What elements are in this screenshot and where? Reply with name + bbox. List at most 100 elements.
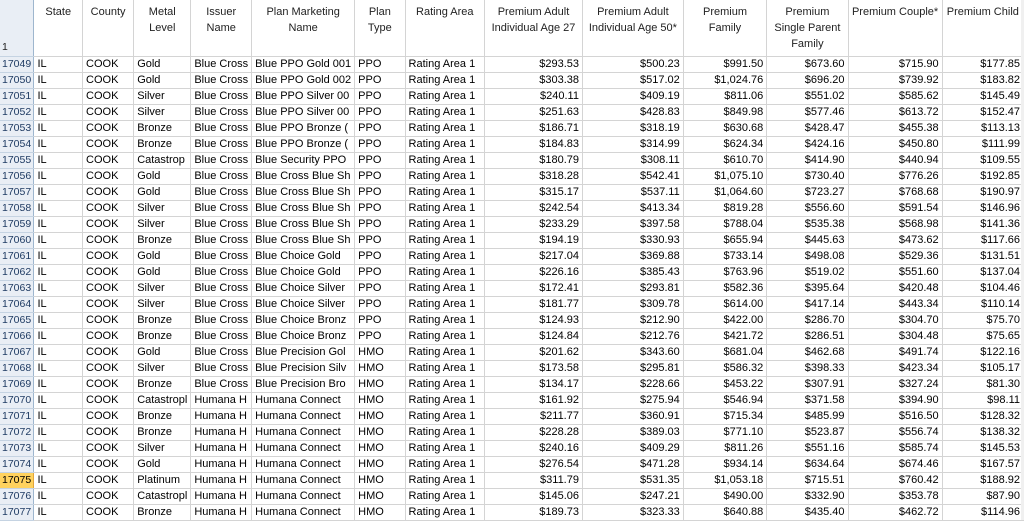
table-cell[interactable]: Humana Connect — [251, 504, 356, 521]
table-cell[interactable]: $332.90 — [766, 488, 849, 505]
row-header[interactable]: 17049 — [0, 56, 35, 73]
table-cell[interactable]: Humana H — [190, 392, 253, 409]
column-header-issuer-name[interactable]: Issuer Name — [190, 0, 253, 57]
table-cell[interactable]: $613.72 — [848, 104, 943, 121]
table-cell[interactable]: $934.14 — [683, 456, 768, 473]
table-cell[interactable]: $715.34 — [683, 408, 768, 425]
table-cell[interactable]: IL — [33, 504, 84, 521]
table-cell[interactable]: $293.53 — [484, 56, 583, 73]
table-cell[interactable]: IL — [33, 184, 84, 201]
table-cell[interactable]: $763.96 — [683, 264, 768, 281]
table-cell[interactable]: Silver — [133, 440, 192, 457]
table-cell[interactable]: $173.58 — [484, 360, 583, 377]
table-cell[interactable]: COOK — [82, 440, 135, 457]
table-cell[interactable]: PPO — [354, 248, 406, 265]
table-cell[interactable]: $177.85 — [942, 56, 1024, 73]
table-cell[interactable]: Blue PPO Gold 001 — [251, 56, 356, 73]
table-cell[interactable]: Gold — [133, 248, 192, 265]
table-cell[interactable]: $440.94 — [848, 152, 943, 169]
column-header-premium-adult-50[interactable]: Premium Adult Individual Age 50* — [582, 0, 684, 57]
table-cell[interactable]: $242.54 — [484, 200, 583, 217]
table-cell[interactable]: Catastrop — [133, 152, 192, 169]
table-cell[interactable]: PPO — [354, 264, 406, 281]
table-cell[interactable]: IL — [33, 168, 84, 185]
table-cell[interactable]: $542.41 — [582, 168, 684, 185]
table-cell[interactable]: Blue Cross — [190, 184, 253, 201]
table-cell[interactable]: IL — [33, 104, 84, 121]
table-cell[interactable]: $500.23 — [582, 56, 684, 73]
table-cell[interactable]: $397.58 — [582, 216, 684, 233]
table-cell[interactable]: $423.34 — [848, 360, 943, 377]
table-cell[interactable]: $75.65 — [942, 328, 1024, 345]
table-cell[interactable]: $771.10 — [683, 424, 768, 441]
table-cell[interactable]: Rating Area 1 — [405, 152, 486, 169]
table-cell[interactable]: PPO — [354, 328, 406, 345]
table-cell[interactable]: IL — [33, 216, 84, 233]
table-cell[interactable]: COOK — [82, 248, 135, 265]
table-cell[interactable]: Blue Choice Bronz — [251, 328, 356, 345]
table-cell[interactable]: Blue Cross — [190, 248, 253, 265]
table-cell[interactable]: Rating Area 1 — [405, 472, 486, 489]
table-cell[interactable]: $398.33 — [766, 360, 849, 377]
table-cell[interactable]: $455.38 — [848, 120, 943, 137]
table-cell[interactable]: PPO — [354, 88, 406, 105]
table-cell[interactable]: $304.70 — [848, 312, 943, 329]
table-cell[interactable]: $674.46 — [848, 456, 943, 473]
table-cell[interactable]: HMO — [354, 424, 406, 441]
table-cell[interactable]: Catastropl — [133, 488, 192, 505]
table-cell[interactable]: PPO — [354, 136, 406, 153]
table-cell[interactable]: Silver — [133, 104, 192, 121]
table-cell[interactable]: $624.34 — [683, 136, 768, 153]
table-cell[interactable]: COOK — [82, 424, 135, 441]
table-cell[interactable]: PPO — [354, 104, 406, 121]
table-cell[interactable]: $117.66 — [942, 232, 1024, 249]
table-cell[interactable]: COOK — [82, 408, 135, 425]
table-cell[interactable]: $462.68 — [766, 344, 849, 361]
row-header[interactable]: 17050 — [0, 72, 35, 89]
table-cell[interactable]: $145.49 — [942, 88, 1024, 105]
table-cell[interactable]: Blue PPO Silver 00 — [251, 104, 356, 121]
table-cell[interactable]: Blue Cross — [190, 56, 253, 73]
table-cell[interactable]: Gold — [133, 168, 192, 185]
table-cell[interactable]: COOK — [82, 56, 135, 73]
table-cell[interactable]: Blue Cross — [190, 280, 253, 297]
table-cell[interactable]: $428.83 — [582, 104, 684, 121]
table-cell[interactable]: Bronze — [133, 504, 192, 521]
table-cell[interactable]: Blue Cross — [190, 168, 253, 185]
table-cell[interactable]: IL — [33, 56, 84, 73]
table-cell[interactable]: Blue Cross Blue Sh — [251, 232, 356, 249]
table-cell[interactable]: $733.14 — [683, 248, 768, 265]
table-cell[interactable]: $309.78 — [582, 296, 684, 313]
table-cell[interactable]: Blue Cross — [190, 88, 253, 105]
table-cell[interactable]: Rating Area 1 — [405, 72, 486, 89]
table-cell[interactable]: COOK — [82, 88, 135, 105]
table-cell[interactable]: HMO — [354, 456, 406, 473]
table-cell[interactable]: Rating Area 1 — [405, 200, 486, 217]
table-cell[interactable]: Blue Cross — [190, 152, 253, 169]
table-cell[interactable]: $343.60 — [582, 344, 684, 361]
column-header-plan-type[interactable]: Plan Type — [354, 0, 406, 57]
table-cell[interactable]: $189.73 — [484, 504, 583, 521]
table-cell[interactable]: Platinum — [133, 472, 192, 489]
row-header[interactable]: 17059 — [0, 216, 35, 233]
table-cell[interactable]: Blue Choice Gold — [251, 264, 356, 281]
table-cell[interactable]: $1,075.10 — [683, 168, 768, 185]
table-cell[interactable]: $330.93 — [582, 232, 684, 249]
table-cell[interactable]: $145.06 — [484, 488, 583, 505]
table-cell[interactable]: $184.83 — [484, 136, 583, 153]
table-cell[interactable]: Blue PPO Bronze ( — [251, 136, 356, 153]
row-header[interactable]: 17056 — [0, 168, 35, 185]
table-cell[interactable]: Gold — [133, 264, 192, 281]
table-cell[interactable]: Blue Cross — [190, 312, 253, 329]
table-cell[interactable]: $551.16 — [766, 440, 849, 457]
table-cell[interactable]: $614.00 — [683, 296, 768, 313]
table-cell[interactable]: IL — [33, 152, 84, 169]
table-cell[interactable]: $311.79 — [484, 472, 583, 489]
table-cell[interactable]: $190.97 — [942, 184, 1024, 201]
table-cell[interactable]: $188.92 — [942, 472, 1024, 489]
table-cell[interactable]: Rating Area 1 — [405, 408, 486, 425]
table-cell[interactable]: Silver — [133, 280, 192, 297]
table-cell[interactable]: $568.98 — [848, 216, 943, 233]
table-cell[interactable]: $181.77 — [484, 296, 583, 313]
table-cell[interactable]: PPO — [354, 168, 406, 185]
